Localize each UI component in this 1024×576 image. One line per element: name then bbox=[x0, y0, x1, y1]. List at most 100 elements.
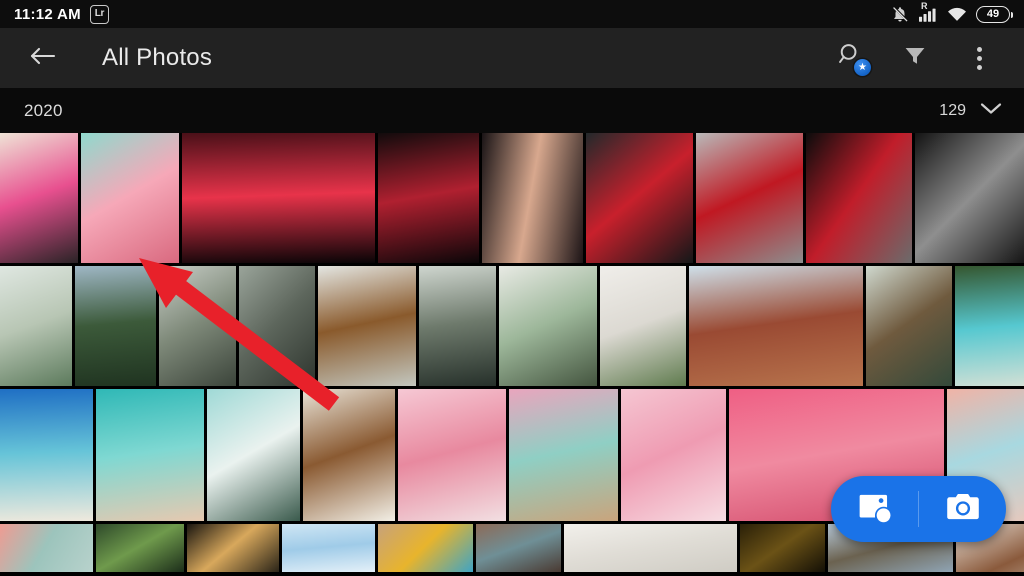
filter-funnel-icon bbox=[902, 43, 928, 74]
photo-r2-c10[interactable] bbox=[866, 266, 952, 386]
photo-r2-c11[interactable] bbox=[955, 266, 1024, 386]
photo-thumbnail bbox=[915, 133, 1024, 263]
photo-r2-c1[interactable] bbox=[0, 266, 72, 386]
photo-r2-c4[interactable] bbox=[239, 266, 315, 386]
add-photo-button[interactable] bbox=[831, 476, 918, 542]
photo-r4-c2[interactable] bbox=[96, 524, 184, 572]
photo-r3-c7[interactable] bbox=[621, 389, 726, 521]
photo-r1-c5[interactable] bbox=[482, 133, 583, 263]
floating-action-bar bbox=[831, 476, 1006, 542]
photo-thumbnail bbox=[621, 389, 726, 521]
search-button[interactable]: ★ bbox=[834, 41, 871, 76]
photo-grid-row bbox=[0, 133, 1024, 263]
photo-thumbnail bbox=[282, 524, 375, 572]
lightroom-app-badge-icon: Lr bbox=[89, 4, 109, 24]
photo-thumbnail bbox=[398, 389, 506, 521]
overflow-menu-button[interactable] bbox=[962, 41, 996, 75]
overflow-menu-icon bbox=[976, 46, 982, 70]
photo-thumbnail bbox=[600, 266, 686, 386]
photo-thumbnail bbox=[0, 524, 93, 572]
photo-thumbnail bbox=[740, 524, 825, 572]
photo-r1-c1[interactable] bbox=[0, 133, 78, 263]
photo-r3-c4[interactable] bbox=[303, 389, 395, 521]
app-bar-actions: ★ bbox=[834, 41, 1002, 76]
battery-indicator: 49 bbox=[976, 5, 1013, 23]
photo-thumbnail bbox=[239, 266, 315, 386]
photo-r4-c1[interactable] bbox=[0, 524, 93, 572]
battery-percent-label: 49 bbox=[986, 8, 1000, 20]
photo-thumbnail bbox=[207, 389, 300, 521]
photo-r2-c6[interactable] bbox=[419, 266, 496, 386]
back-button[interactable] bbox=[26, 41, 60, 75]
photo-r2-c9[interactable] bbox=[689, 266, 863, 386]
photo-thumbnail bbox=[482, 133, 583, 263]
photo-r3-c2[interactable] bbox=[96, 389, 204, 521]
photo-r1-c6[interactable] bbox=[586, 133, 693, 263]
photo-r1-c8[interactable] bbox=[806, 133, 912, 263]
photo-grid-row bbox=[0, 266, 1024, 386]
photo-r3-c1[interactable] bbox=[0, 389, 93, 521]
photo-thumbnail bbox=[378, 524, 473, 572]
status-bar: 11:12 AM Lr R 49 bbox=[0, 0, 1024, 28]
chevron-down-icon bbox=[980, 101, 1002, 120]
photo-r4-c8[interactable] bbox=[740, 524, 825, 572]
status-clock: 11:12 AM bbox=[14, 5, 81, 23]
status-bar-right: R 49 bbox=[891, 1, 1013, 23]
photo-thumbnail bbox=[0, 389, 93, 521]
section-collapse-control[interactable]: 129 bbox=[939, 101, 1002, 120]
status-bar-left: 11:12 AM Lr bbox=[14, 4, 109, 24]
star-badge-icon: ★ bbox=[854, 59, 871, 76]
photo-thumbnail bbox=[159, 266, 236, 386]
page-title: All Photos bbox=[102, 44, 213, 71]
photo-thumbnail bbox=[75, 266, 156, 386]
photo-thumbnail bbox=[187, 524, 279, 572]
arrow-back-icon bbox=[29, 44, 57, 73]
photo-r1-c9[interactable] bbox=[915, 133, 1024, 263]
lightroom-all-photos-screen: 11:12 AM Lr R 49 All Photos ★ 2020 129 bbox=[0, 0, 1024, 576]
photo-r4-c3[interactable] bbox=[187, 524, 279, 572]
roaming-indicator-label: R bbox=[921, 1, 928, 11]
photo-thumbnail bbox=[689, 266, 863, 386]
photo-thumbnail bbox=[509, 389, 618, 521]
photo-r1-c2[interactable] bbox=[81, 133, 179, 263]
photo-r1-c4[interactable] bbox=[378, 133, 479, 263]
photo-r4-c4[interactable] bbox=[282, 524, 375, 572]
photo-thumbnail bbox=[866, 266, 952, 386]
photo-thumbnail bbox=[955, 266, 1024, 386]
photo-r1-c7[interactable] bbox=[696, 133, 803, 263]
photo-r2-c3[interactable] bbox=[159, 266, 236, 386]
add-photo-icon bbox=[857, 489, 893, 530]
photo-r2-c2[interactable] bbox=[75, 266, 156, 386]
photo-r2-c8[interactable] bbox=[600, 266, 686, 386]
photo-thumbnail bbox=[318, 266, 416, 386]
app-bar: All Photos ★ bbox=[0, 28, 1024, 88]
section-year-label: 2020 bbox=[24, 100, 63, 120]
photo-r4-c5[interactable] bbox=[378, 524, 473, 572]
cellular-signal-roaming-icon: R bbox=[918, 1, 938, 23]
photo-r1-c3[interactable] bbox=[182, 133, 375, 263]
camera-button[interactable] bbox=[919, 476, 1006, 542]
photo-thumbnail bbox=[96, 389, 204, 521]
photo-thumbnail bbox=[378, 133, 479, 263]
photo-thumbnail bbox=[0, 133, 78, 263]
photo-r3-c3[interactable] bbox=[207, 389, 300, 521]
section-photo-count: 129 bbox=[939, 101, 966, 119]
photo-thumbnail bbox=[564, 524, 737, 572]
photo-r2-c5[interactable] bbox=[318, 266, 416, 386]
camera-icon bbox=[945, 491, 981, 528]
section-header: 2020 129 bbox=[0, 88, 1024, 133]
photo-thumbnail bbox=[586, 133, 693, 263]
photo-thumbnail bbox=[303, 389, 395, 521]
photo-r4-c7[interactable] bbox=[564, 524, 737, 572]
photo-thumbnail bbox=[419, 266, 496, 386]
photo-thumbnail bbox=[696, 133, 803, 263]
photo-r3-c6[interactable] bbox=[509, 389, 618, 521]
photo-r2-c7[interactable] bbox=[499, 266, 597, 386]
wifi-icon bbox=[947, 6, 967, 22]
photo-r4-c6[interactable] bbox=[476, 524, 561, 572]
photo-thumbnail bbox=[182, 133, 375, 263]
filter-button[interactable] bbox=[898, 41, 932, 75]
photo-thumbnail bbox=[0, 266, 72, 386]
photo-thumbnail bbox=[81, 133, 179, 263]
photo-r3-c5[interactable] bbox=[398, 389, 506, 521]
